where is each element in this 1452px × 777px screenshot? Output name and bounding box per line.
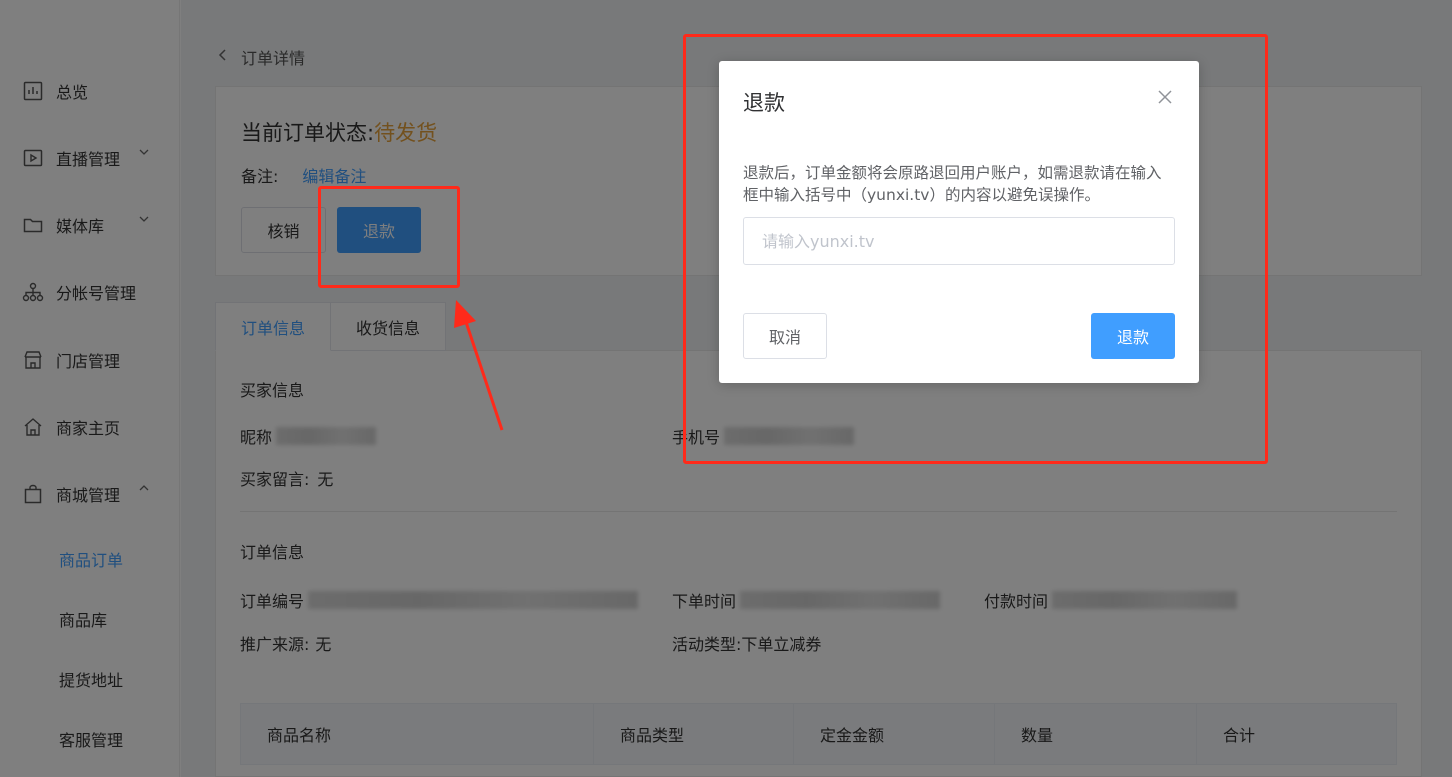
- annotation-arrow: [454, 300, 504, 431]
- annotation-box-dialog: [683, 34, 1268, 464]
- annotation-box-refund-button: [318, 186, 460, 288]
